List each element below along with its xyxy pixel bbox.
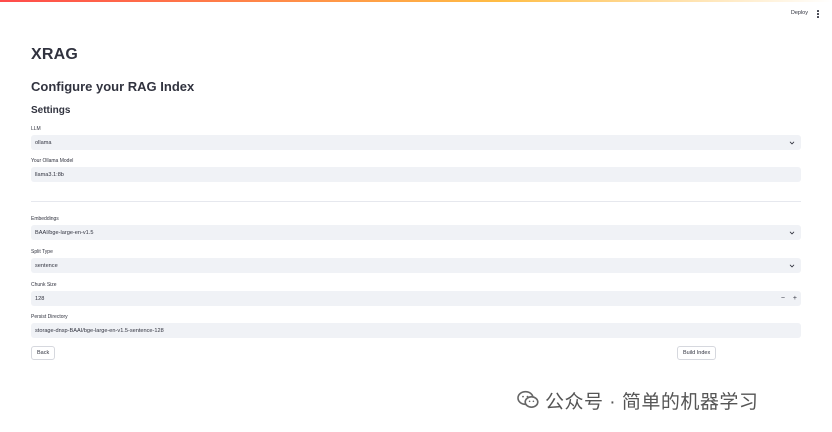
wechat-watermark: 公众号 · 简单的机器学习 (517, 386, 758, 414)
ollama-model-input[interactable]: llama3.1:8b (31, 167, 801, 182)
app-title: XRAG (31, 46, 79, 63)
embeddings-select-value: BAAI/bge-large-en-v1.5 (35, 229, 94, 236)
persist-directory-value: storage-dnsp-BAAI/bge-large-en-v1.5-sent… (35, 327, 164, 334)
chevron-down-icon (789, 264, 795, 267)
chunk-size-stepper: − + (781, 291, 797, 306)
llm-select[interactable]: ollama (31, 135, 801, 150)
embeddings-select[interactable]: BAAI/bge-large-en-v1.5 (31, 225, 801, 240)
watermark-text: 公众号 · 简单的机器学习 (545, 391, 759, 413)
increment-button[interactable]: + (793, 295, 797, 302)
wechat-icon (517, 390, 539, 408)
llm-select-value: ollama (35, 139, 52, 146)
split-type-select[interactable]: sentence (31, 258, 801, 273)
ollama-model-label: Your Ollama Model (31, 158, 74, 164)
section-divider (31, 201, 801, 202)
embeddings-label: Embeddings (31, 216, 59, 222)
ollama-model-value: llama3.1:8b (35, 171, 64, 178)
llm-label: LLM (31, 126, 41, 132)
section-title: Configure your RAG Index (31, 79, 195, 94)
split-type-select-value: sentence (35, 262, 58, 269)
chevron-down-icon (789, 231, 795, 234)
chunk-size-input[interactable]: 128 − + (31, 291, 801, 306)
deploy-button[interactable]: Deploy (791, 10, 808, 16)
persist-directory-label: Persist Directory (31, 314, 68, 320)
settings-title: Settings (31, 105, 71, 116)
chevron-down-icon (789, 141, 795, 144)
back-button[interactable]: Back (31, 346, 56, 360)
chunk-size-label: Chunk Size (31, 282, 57, 288)
split-type-label: Split Type (31, 249, 53, 255)
build-index-button[interactable]: Build Index (677, 346, 717, 360)
decrement-button[interactable]: − (781, 295, 785, 302)
main-menu-icon[interactable] (816, 10, 820, 18)
persist-directory-input[interactable]: storage-dnsp-BAAI/bge-large-en-v1.5-sent… (31, 323, 801, 338)
chunk-size-value: 128 (35, 295, 45, 302)
app-header: Deploy (0, 2, 832, 28)
